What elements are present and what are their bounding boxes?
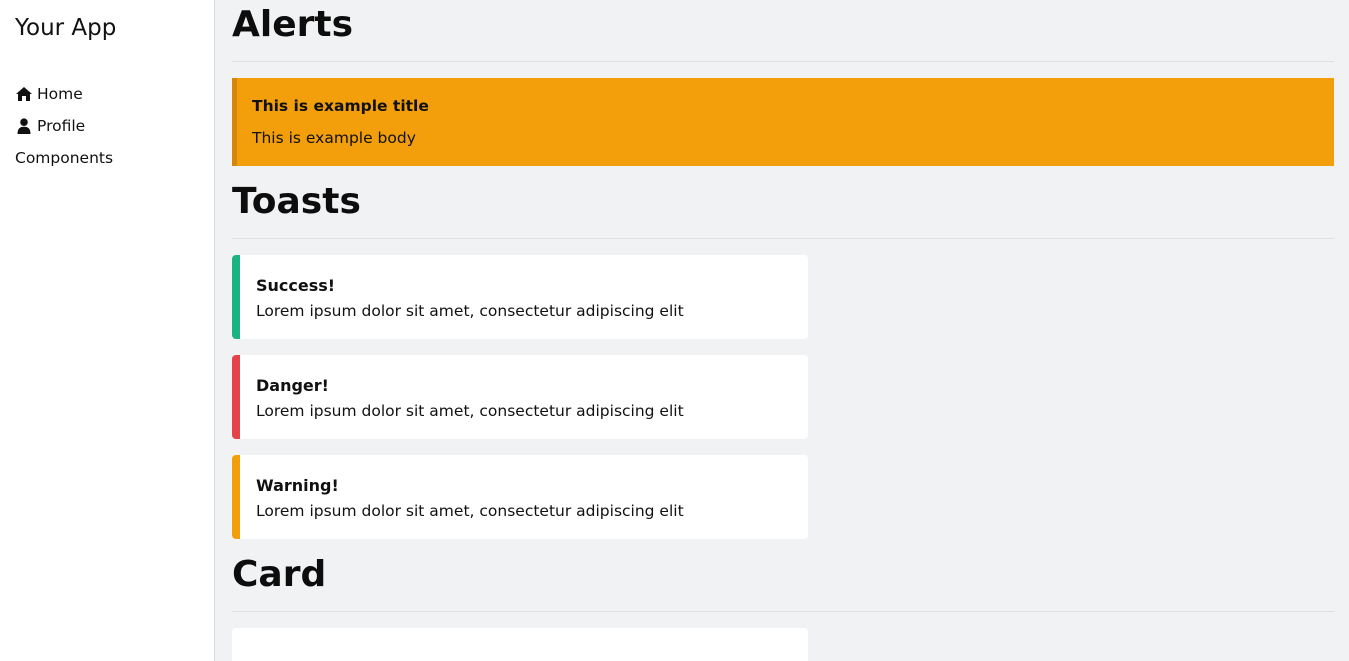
toast-accent-bar [232,455,240,539]
sidebar: Your App Home Profile Components [0,0,215,661]
sidebar-item-label: Home [37,85,83,103]
toast-danger: Danger! Lorem ipsum dolor sit amet, cons… [232,355,808,439]
sidebar-nav: Home Profile Components [15,78,113,174]
card-heading: Card [232,554,327,595]
divider [232,238,1334,239]
divider [232,61,1334,62]
toast-title: Success! [256,276,336,295]
sidebar-item-profile[interactable]: Profile [15,110,113,142]
toast-title: Danger! [256,376,329,395]
toast-success: Success! Lorem ipsum dolor sit amet, con… [232,255,808,339]
alerts-heading: Alerts [232,4,354,45]
app-title: Your App [15,15,117,41]
sidebar-item-home[interactable]: Home [15,78,113,110]
sidebar-item-label: Profile [37,117,86,135]
toast-warning: Warning! Lorem ipsum dolor sit amet, con… [232,455,808,539]
main-content: Alerts This is example title This is exa… [232,0,1334,661]
toast-body: Lorem ipsum dolor sit amet, consectetur … [256,302,684,320]
user-icon [15,118,33,134]
toasts-heading: Toasts [232,181,361,222]
toast-accent-bar [232,255,240,339]
alert-title: This is example title [252,97,429,115]
alert-warning: This is example title This is example bo… [232,78,1334,166]
sidebar-item-label: Components [15,149,114,167]
sidebar-item-components[interactable]: Components [15,142,113,174]
toast-title: Warning! [256,476,339,495]
alert-body: This is example body [252,129,416,147]
toast-body: Lorem ipsum dolor sit amet, consectetur … [256,402,684,420]
toast-accent-bar [232,355,240,439]
divider [232,611,1334,612]
app-layout: Your App Home Profile Components Alerts … [0,0,1349,661]
home-icon [15,86,33,102]
toast-body: Lorem ipsum dolor sit amet, consectetur … [256,502,684,520]
card [232,628,808,661]
